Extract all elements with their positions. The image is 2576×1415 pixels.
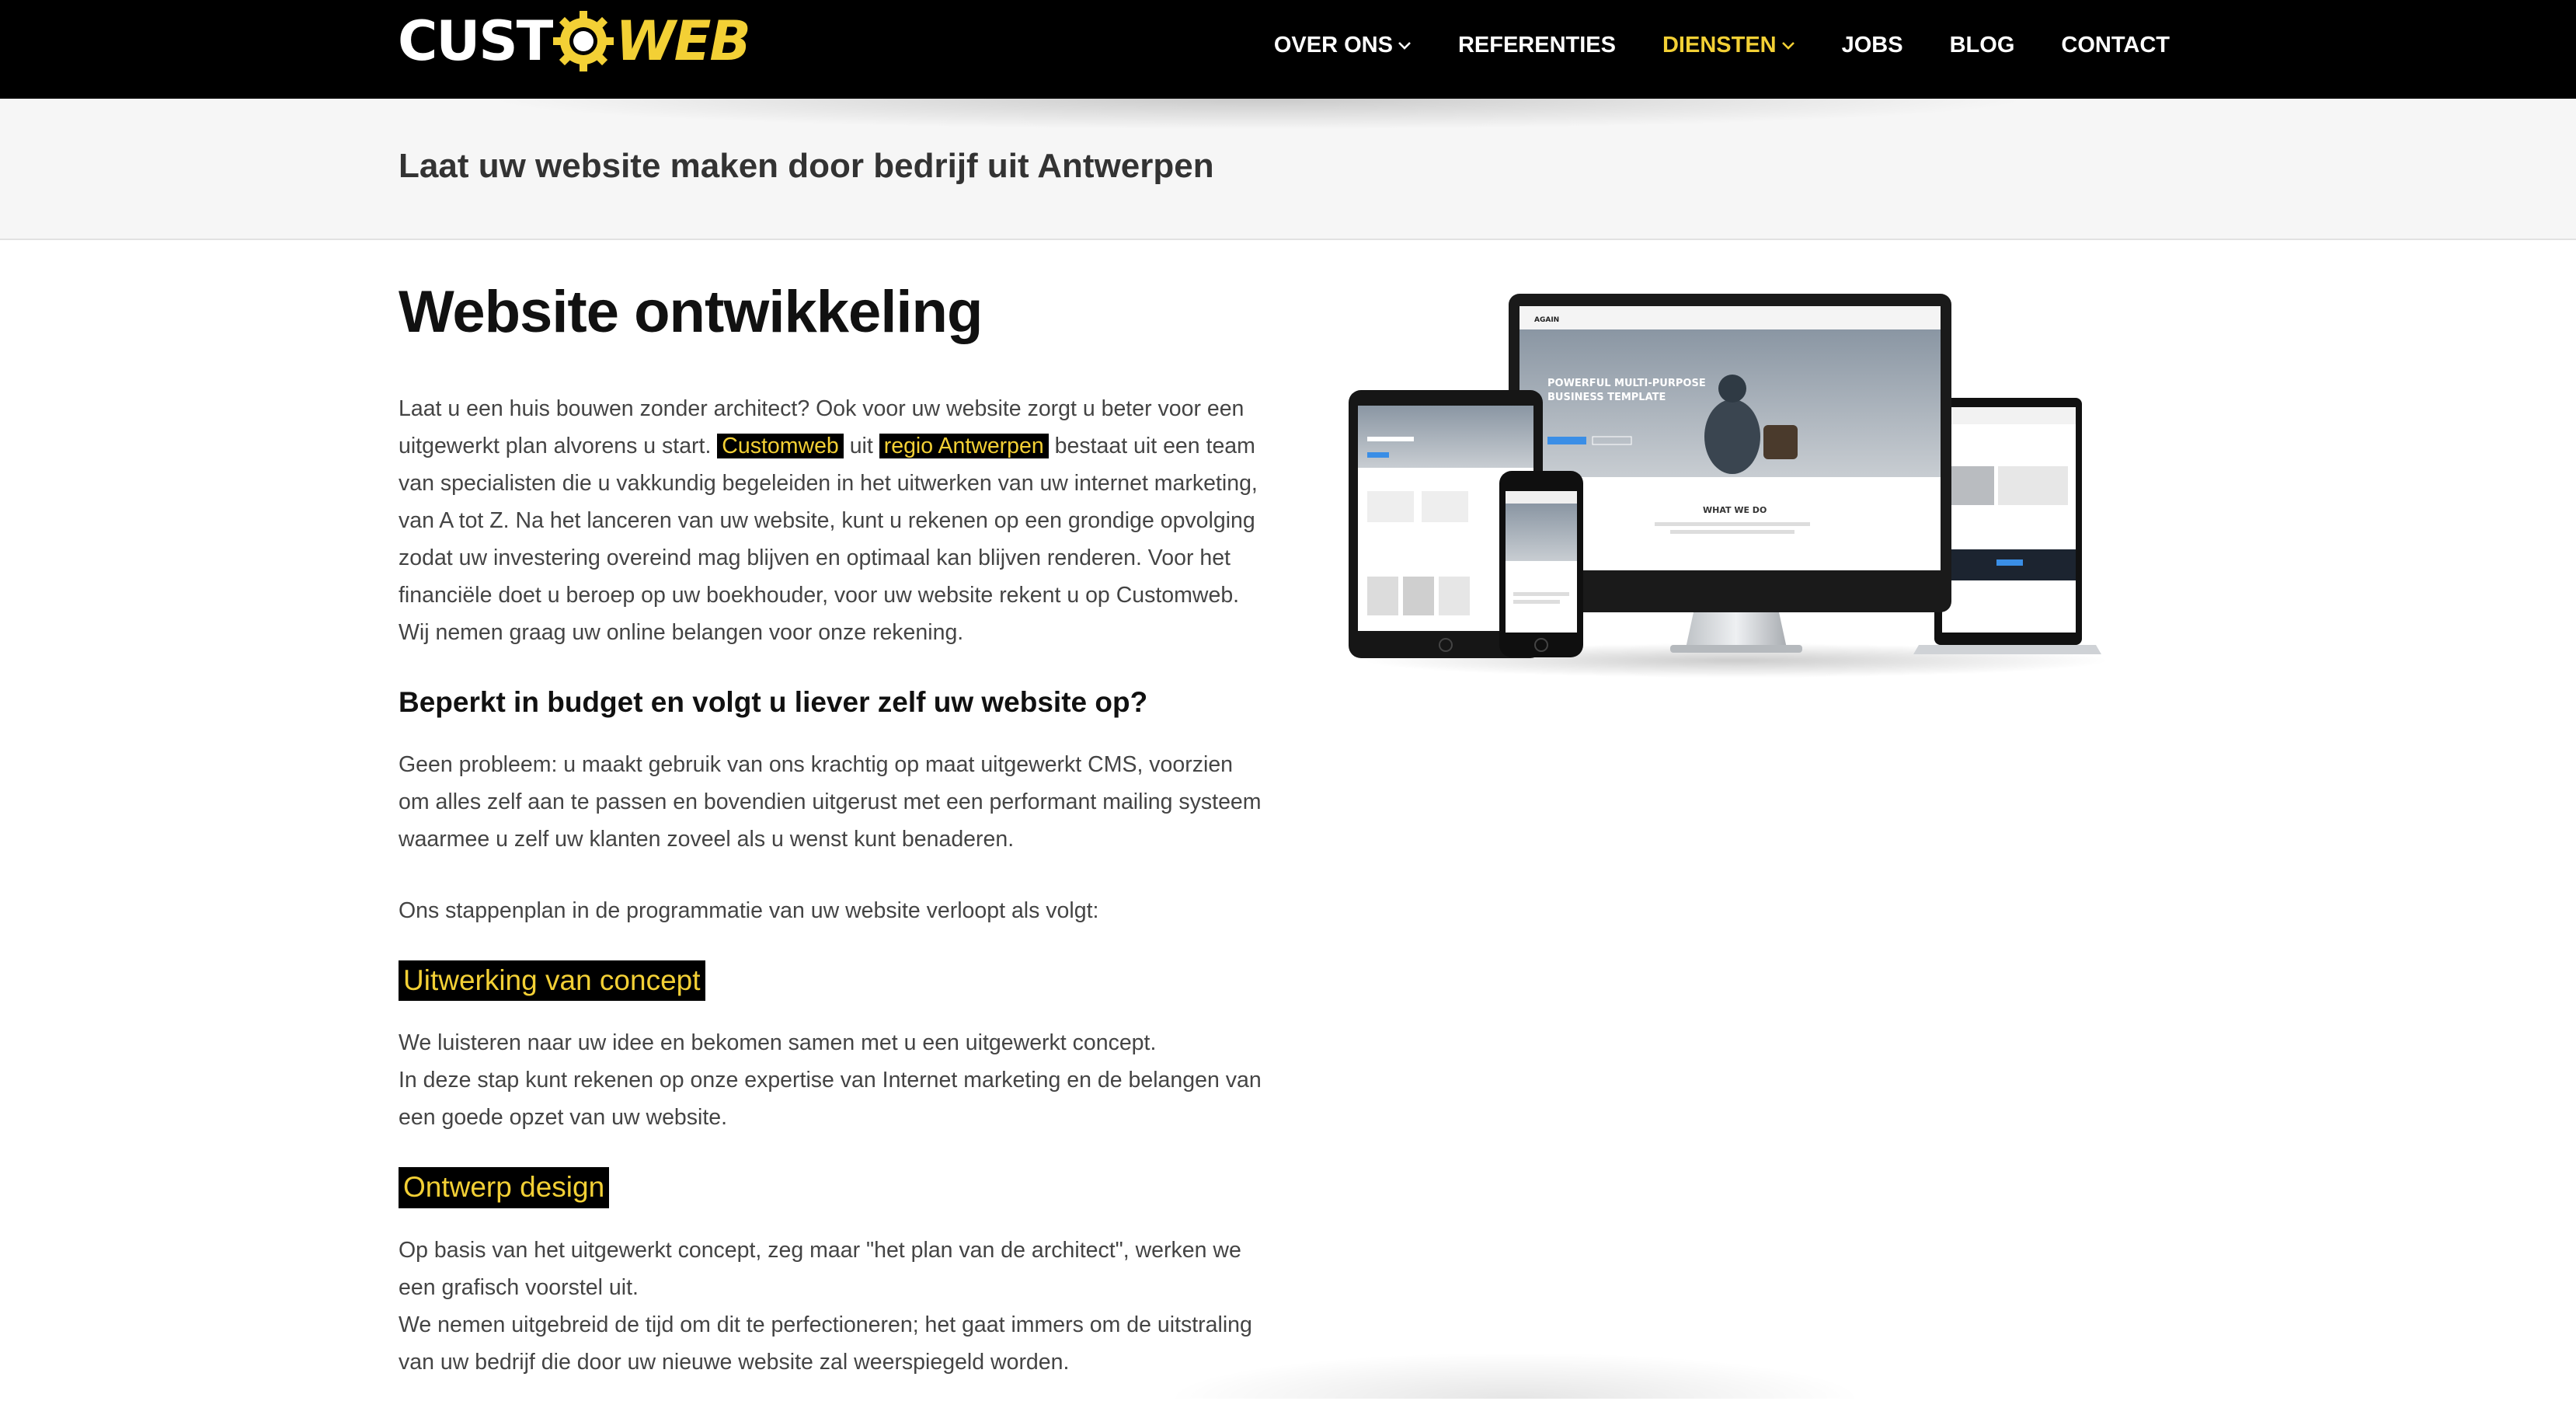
- step-line: Op basis van het uitgewerkt concept, zeg…: [399, 1237, 1241, 1300]
- sub-heading: Beperkt in budget en volgt u liever zelf…: [399, 685, 1148, 718]
- logo-text-part1: CUST: [398, 9, 553, 73]
- step-line: We luisteren naar uw idee en bekomen sam…: [399, 1030, 1157, 1056]
- screen-section-label: WHAT WE DO: [1703, 505, 1767, 515]
- nav-label: DIENSTEN: [1662, 33, 1777, 58]
- header-shadow: [482, 99, 2035, 130]
- bottom-shadow: [1165, 1352, 1864, 1399]
- highlight-customweb: Customweb: [717, 433, 844, 458]
- responsive-devices-image: AGAIN POWERFUL MULTI-PURPOSE BUSINESS TE…: [1344, 289, 2129, 693]
- nav-item-blog[interactable]: BLOG: [1950, 33, 2015, 58]
- intro-paragraph: Laat u een huis bouwen zonder architect?…: [399, 390, 1269, 651]
- intro-text-3: bestaat uit een team van specialisten di…: [399, 433, 1258, 645]
- logo-text-part3: WEB: [615, 9, 750, 73]
- top-navigation-bar: CUST WEB OVER ONS REFERENTIES DIENSTEN J…: [0, 0, 2576, 99]
- screen-headline-1: POWERFUL MULTI-PURPOSE: [1547, 378, 1706, 389]
- logo-gear-icon: [553, 11, 614, 71]
- customweb-logo[interactable]: CUST WEB: [398, 8, 751, 75]
- nav-label: JOBS: [1841, 33, 1903, 58]
- main-nav: OVER ONS REFERENTIES DIENSTEN JOBS BLOG …: [1227, 0, 2170, 91]
- page-title-band: Laat uw website maken door bedrijf uit A…: [0, 99, 2576, 240]
- nav-label: BLOG: [1949, 33, 2015, 58]
- steps-intro: Ons stappenplan in de programmatie van u…: [399, 897, 1099, 923]
- step-heading-concept: Uitwerking van concept: [399, 960, 705, 1002]
- step-line: We nemen uitgebreid de tijd om dit te pe…: [399, 1312, 1252, 1375]
- smartphone-device: [1499, 471, 1583, 657]
- step-heading-wrap: Ontwerp design: [399, 1167, 1269, 1208]
- step-text-design: Op basis van het uitgewerkt concept, zeg…: [399, 1232, 1269, 1381]
- screen-headline-2: BUSINESS TEMPLATE: [1547, 392, 1666, 403]
- nav-label: CONTACT: [2061, 33, 2170, 58]
- nav-item-jobs[interactable]: JOBS: [1842, 33, 1903, 58]
- chevron-down-icon: [1781, 41, 1794, 50]
- main-content: Website ontwikkeling Laat u een huis bou…: [399, 280, 1269, 1415]
- screen-brand-mark: AGAIN: [1534, 316, 1559, 324]
- main-heading: Website ontwikkeling: [399, 279, 983, 345]
- step-heading-design: Ontwerp design: [399, 1167, 610, 1208]
- intro-text-2: uit: [849, 433, 873, 458]
- page-title: Laat uw website maken door bedrijf uit A…: [399, 147, 1214, 185]
- step-line: In deze stap kunt rekenen op onze expert…: [399, 1068, 1262, 1131]
- highlight-regio-antwerpen: regio Antwerpen: [879, 433, 1049, 458]
- cms-paragraph: Geen probleem: u maakt gebruik van ons k…: [399, 751, 1262, 852]
- nav-item-diensten[interactable]: DIENSTEN: [1662, 33, 1795, 58]
- step-heading-wrap: Uitwerking van concept: [399, 960, 1269, 1002]
- step-text-concept: We luisteren naar uw idee en bekomen sam…: [399, 1024, 1269, 1136]
- nav-label: OVER ONS: [1273, 33, 1393, 58]
- chevron-down-icon: [1398, 41, 1411, 50]
- nav-item-referenties[interactable]: REFERENTIES: [1458, 33, 1616, 58]
- nav-item-over-ons[interactable]: OVER ONS: [1274, 33, 1412, 58]
- nav-item-contact[interactable]: CONTACT: [2061, 33, 2170, 58]
- nav-label: REFERENTIES: [1457, 33, 1616, 58]
